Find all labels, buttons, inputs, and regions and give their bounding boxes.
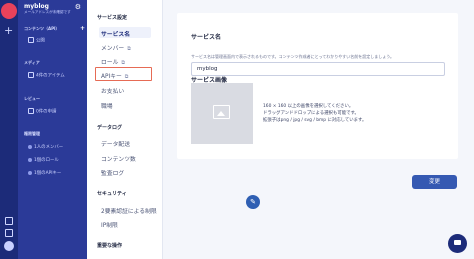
role-icon <box>28 157 32 162</box>
data-log-header: データログ <box>97 125 123 131</box>
settings-item-2fa[interactable]: 2要素認証による制限 <box>101 206 157 215</box>
service-name-help: サービス名は管理画面内で表示されるものです。コンテンツ作成者にとってわかりやすい… <box>191 54 395 59</box>
content-api-header: コンテンツ（API） + <box>24 25 86 32</box>
member-icon <box>28 144 32 149</box>
service-settings-card: サービス名 サービス名は管理画面内で表示されるものです。コンテンツ作成者にとって… <box>177 13 458 209</box>
user-icon[interactable] <box>4 241 14 251</box>
icon-rail: + <box>0 0 18 259</box>
media-header: メディア <box>24 60 40 65</box>
service-name-input[interactable] <box>191 62 445 76</box>
service-avatar[interactable] <box>1 3 17 19</box>
settings-menu: サービス設定 サービス名 メンバー ⧉ ロール ⧉ APIキー ⧉ お支払い 職場 デ… <box>87 0 163 259</box>
key-icon <box>28 170 32 175</box>
sidebar-item-media[interactable]: 4件のアイテム <box>28 72 65 79</box>
external-link-icon: ⧉ <box>124 74 129 80</box>
image-desc-line: ドラッグアンドドロップによる選択も可能です。 <box>263 111 359 116</box>
settings-item-roles[interactable]: ロール ⧉ <box>101 57 125 66</box>
gear-icon[interactable]: ⚙ <box>75 3 81 11</box>
settings-item-billing[interactable]: お支払い <box>101 86 124 95</box>
app-subtitle: メールアドレスが未確認です <box>24 10 71 14</box>
settings-item-apikeys[interactable]: APIキー ⧉ <box>101 71 128 80</box>
review-header: レビュー <box>24 96 40 101</box>
add-api-icon[interactable]: + <box>80 25 85 32</box>
docs-icon[interactable] <box>5 217 13 225</box>
important-ops-header: 重要な操作 <box>97 243 123 249</box>
external-link-icon: ⧉ <box>121 60 125 66</box>
page-icon <box>28 37 34 43</box>
edit-pencil-icon[interactable]: ✎ <box>246 195 260 209</box>
submit-button[interactable]: 変更 <box>412 175 457 189</box>
image-placeholder-icon <box>213 105 230 119</box>
sidebar-item-public[interactable]: 公開 <box>28 37 45 44</box>
external-link-icon: ⧉ <box>127 46 131 52</box>
permissions-header: 権限管理 <box>24 131 40 136</box>
security-header: セキュリティ <box>97 191 127 197</box>
sidebar-item-review[interactable]: 0件の申請 <box>28 108 56 115</box>
review-icon <box>28 108 34 114</box>
sidebar-item-apikeys[interactable]: 1個のAPIキー <box>28 170 61 176</box>
settings-item-audit-log[interactable]: 監査ログ <box>101 168 124 177</box>
sidebar-item-roles[interactable]: 1個のロール <box>28 157 59 163</box>
service-sidebar: myblog メールアドレスが未確認です ⚙ コンテンツ（API） + 公開 メデ… <box>18 0 87 259</box>
chat-button[interactable] <box>448 234 467 253</box>
service-settings-header: サービス設定 <box>97 15 128 21</box>
add-service-icon[interactable]: + <box>4 25 13 36</box>
sidebar-item-members[interactable]: 1人のメンバー <box>28 144 63 150</box>
settings-item-ip[interactable]: IP制限 <box>101 220 118 229</box>
service-image-dropzone[interactable]: ✎ <box>191 83 260 209</box>
settings-item-workplace[interactable]: 職場 <box>101 101 113 110</box>
chat-bubble-icon <box>454 240 461 245</box>
app-name[interactable]: myblog <box>24 3 49 10</box>
image-desc-line: 拡張子はpng / jpg / svg / bmp に対応しています。 <box>263 118 367 123</box>
service-name-label: サービス名 <box>191 34 222 41</box>
settings-item-members[interactable]: メンバー ⧉ <box>101 43 131 52</box>
image-icon <box>28 72 34 78</box>
settings-item-delivery[interactable]: データ配送 <box>101 139 130 148</box>
settings-item-service-name[interactable]: サービス名 <box>101 29 130 38</box>
image-desc-line: 160 × 160 以上の画像を選択してください。 <box>263 104 354 109</box>
settings-item-content-count[interactable]: コンテンツ数 <box>101 154 136 163</box>
notes-icon[interactable] <box>5 229 13 237</box>
